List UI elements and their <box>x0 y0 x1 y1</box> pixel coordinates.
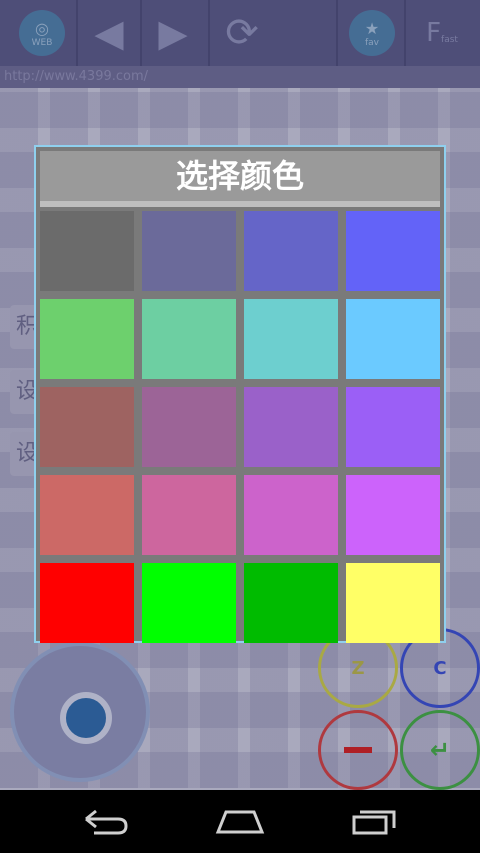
recents-icon <box>352 810 396 835</box>
color-swatch[interactable] <box>346 563 440 643</box>
color-swatch[interactable] <box>142 211 236 291</box>
nav-recents-button[interactable] <box>344 802 404 842</box>
color-swatch[interactable] <box>346 211 440 291</box>
color-swatch[interactable] <box>142 387 236 467</box>
color-swatch[interactable] <box>142 475 236 555</box>
color-swatch[interactable] <box>346 387 440 467</box>
home-icon <box>215 810 265 834</box>
color-swatch[interactable] <box>40 475 134 555</box>
color-swatch[interactable] <box>40 387 134 467</box>
color-swatch[interactable] <box>40 563 134 643</box>
nav-home-button[interactable] <box>210 802 270 842</box>
color-swatch[interactable] <box>244 299 338 379</box>
color-swatch[interactable] <box>244 211 338 291</box>
color-swatch[interactable] <box>40 299 134 379</box>
color-swatch[interactable] <box>244 475 338 555</box>
color-swatch[interactable] <box>346 475 440 555</box>
color-swatch[interactable] <box>142 563 236 643</box>
color-swatch[interactable] <box>244 563 338 643</box>
color-swatch[interactable] <box>244 387 338 467</box>
system-nav-bar <box>0 790 480 853</box>
color-swatch[interactable] <box>40 211 134 291</box>
nav-back-button[interactable] <box>76 802 136 842</box>
color-swatch[interactable] <box>142 299 236 379</box>
color-swatch[interactable] <box>346 299 440 379</box>
dialog-title: 选择颜色 <box>40 151 440 207</box>
color-swatch-grid <box>40 211 440 643</box>
back-icon <box>85 809 128 835</box>
color-picker-dialog: 选择颜色 <box>34 145 446 643</box>
